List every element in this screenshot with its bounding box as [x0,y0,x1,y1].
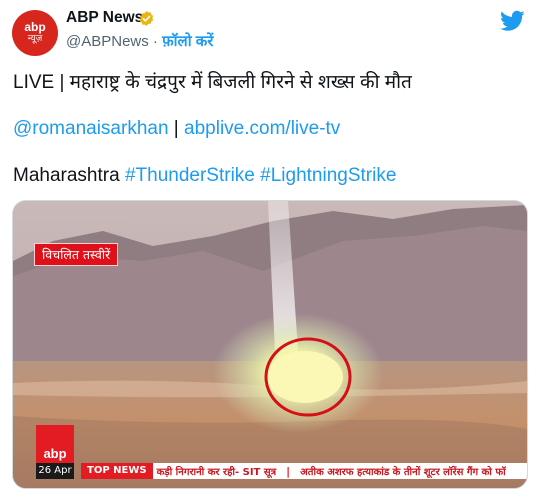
avatar-logo-text: abp [24,20,46,34]
live-tv-link[interactable]: abplive.com/live-tv [184,118,340,139]
tweet-text: LIVE | महाराष्ट्र के चंद्रपुर में बिजली … [13,72,412,93]
avatar[interactable]: abp न्यूज़ [12,10,58,56]
tweet-links-line: @romanaisarkhan | abplive.com/live-tv [13,118,340,140]
mention-link[interactable]: @romanaisarkhan [13,118,169,139]
hashtag-lightningstrike[interactable]: #LightningStrike [260,165,396,186]
broadcast-date: 26 Apr [36,463,74,479]
news-ticker: TOP NEWS कड़ी निगरानी कर रही- SIT सूत्र … [81,463,527,479]
avatar-logo-subtext: न्यूज़ [27,34,43,44]
tweet-hashtags-line: Maharashtra #ThunderStrike #LightningStr… [13,165,396,187]
ticker-separator: | [286,464,291,478]
verified-badge-icon [139,11,154,26]
handle-row: @ABPNews · फ़ॉलो करें [66,31,213,51]
channel-logo: abp [36,425,74,463]
follow-button[interactable]: फ़ॉलो करें [162,33,213,50]
hashtag-thunderstrike[interactable]: #ThunderStrike [125,165,255,186]
ticker-item: कड़ी निगरानी कर रही- SIT सूत्र [156,467,277,478]
ticker-label: TOP NEWS [81,463,153,479]
caption-badge: विचलित तस्वीरें [34,243,119,266]
ticker-item: अतीक अशरफ हत्याकांड के तीनों शूटर लॉरेंस… [300,467,506,478]
twitter-bird-icon[interactable] [500,10,525,32]
link-separator: | [168,118,185,139]
tweet-header: abp न्यूज़ ABP News @ABPNews · फ़ॉलो करे… [0,0,535,62]
tweet-media[interactable]: विचलित तस्वीरें abp 26 Apr TOP NEWS कड़ी… [12,200,528,489]
location-text: Maharashtra [13,165,125,186]
separator-dot: · [152,33,158,50]
display-name[interactable]: ABP News [66,9,143,27]
handle[interactable]: @ABPNews [66,33,149,50]
